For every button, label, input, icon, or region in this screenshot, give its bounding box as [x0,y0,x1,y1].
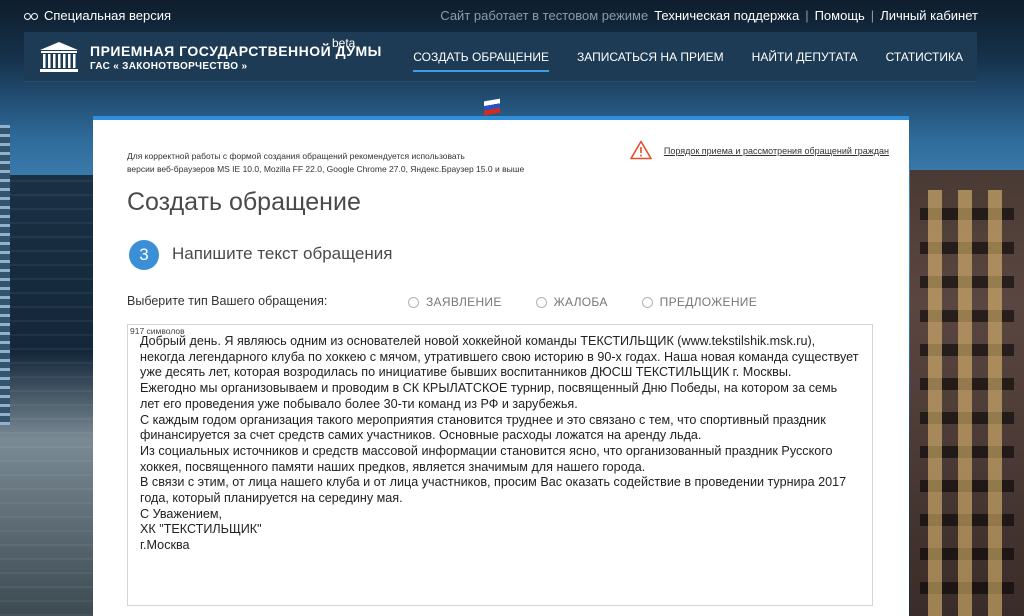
radio-label: ЗАЯВЛЕНИЕ [426,295,502,309]
duma-building-logo[interactable] [38,41,80,73]
appeal-form-card: Для корректной работы с формой создания … [93,116,909,616]
glasses-icon [24,12,38,20]
main-nav: СОЗДАТЬ ОБРАЩЕНИЕ ЗАПИСАТЬСЯ НА ПРИЕМ НА… [413,50,963,72]
background-left-building [0,125,95,616]
support-link[interactable]: Техническая поддержка [654,8,799,23]
divider: | [805,8,809,23]
browser-notice: Для корректной работы с формой создания … [127,150,524,176]
nav-create-appeal[interactable]: СОЗДАТЬ ОБРАЩЕНИЕ [413,50,549,72]
appeal-type-radio-group: ЗАЯВЛЕНИЕ ЖАЛОБА ПРЕДЛОЖЕНИЕ [408,295,757,309]
radio-circle[interactable] [408,296,419,308]
divider: | [870,8,875,23]
radio-statement[interactable]: ЗАЯВЛЕНИЕ [408,295,502,309]
appeal-text-content[interactable]: Добрый день. Я являюсь одним из основате… [140,334,860,601]
procedure-link[interactable]: Порядок приема и рассмотрения обращений … [664,146,889,156]
background-flag [484,98,500,116]
beta-badge: beta [332,36,356,50]
warning-triangle-icon [630,140,652,160]
radio-proposal[interactable]: ПРЕДЛОЖЕНИЕ [641,295,758,309]
appeal-text-field[interactable]: 917 символов Добрый день. Я являюсь одни… [127,324,873,606]
procedure-link-block[interactable]: Порядок приема и рассмотрения обращений … [630,140,889,160]
step-title: Напишите текст обращения [172,244,393,263]
radio-complaint[interactable]: ЖАЛОБА [535,295,608,309]
special-version-link[interactable]: Специальная версия [24,8,171,23]
appeal-type-label: Выберите тип Вашего обращения: [127,294,328,308]
help-link[interactable]: Помощь [815,8,865,23]
radio-label: ЖАЛОБА [553,295,608,309]
radio-label: ПРЕДЛОЖЕНИЕ [659,295,758,309]
browser-notice-line: Для корректной работы с формой создания … [127,151,465,161]
nav-book-appointment[interactable]: ЗАПИСАТЬСЯ НА ПРИЕМ [577,50,724,72]
nav-find-deputy[interactable]: НАЙТИ ДЕПУТАТА [752,50,858,72]
site-subtitle: ГАС « ЗАКОНОТВОРЧЕСТВО » [90,61,248,72]
test-mode-text: Сайт работает в тестовом режиме [440,8,649,23]
site-header: ПРИЕМНАЯ ГОСУДАРСТВЕННОЙ ДУМЫ beta ГАС «… [24,32,977,82]
page-title: Создать обращение [127,188,361,216]
radio-circle[interactable] [535,296,547,308]
top-utility-bar: Специальная версия Сайт работает в тесто… [0,0,1024,32]
nav-statistics[interactable]: СТАТИСТИКА [886,50,963,72]
step-number-badge: 3 [129,240,159,270]
special-version-label: Специальная версия [44,8,172,23]
background-right-building [910,170,1024,616]
browser-notice-line: версии веб-браузеров MS IE 10.0, Mozilla… [127,164,525,174]
account-link[interactable]: Личный кабинет [880,8,978,23]
top-links: Сайт работает в тестовом режиме Техничес… [440,8,978,23]
radio-circle[interactable] [641,296,653,308]
